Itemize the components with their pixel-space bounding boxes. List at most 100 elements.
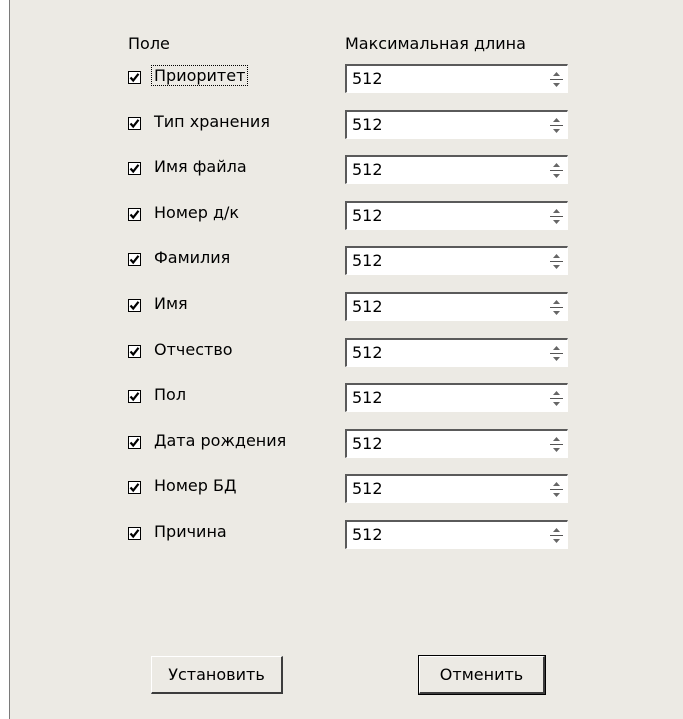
max-length-spinbox: [345, 338, 568, 367]
field-checkbox[interactable]: [128, 299, 141, 312]
max-length-spinbox: [345, 383, 568, 412]
field-label[interactable]: Причина: [152, 522, 229, 541]
spin-buttons: [550, 116, 563, 135]
arrow-down-icon[interactable]: [550, 80, 563, 89]
max-length-spinbox: [345, 292, 568, 321]
field-row: Номер БД: [10, 474, 683, 504]
arrow-down-icon[interactable]: [550, 262, 563, 271]
spin-buttons: [550, 480, 563, 499]
arrow-up-icon[interactable]: [550, 344, 563, 353]
arrow-down-icon[interactable]: [550, 171, 563, 180]
field-checkbox[interactable]: [128, 390, 141, 403]
max-length-spinbox: [345, 201, 568, 230]
spin-buttons: [550, 298, 563, 317]
max-length-spinbox: [345, 110, 568, 139]
max-length-input[interactable]: [352, 434, 532, 453]
arrow-down-icon[interactable]: [550, 354, 563, 363]
field-label[interactable]: Отчество: [152, 340, 235, 359]
checkmark-icon: [129, 210, 140, 220]
max-length-input[interactable]: [352, 479, 532, 498]
max-length-input[interactable]: [352, 251, 532, 270]
arrow-up-icon[interactable]: [550, 161, 563, 170]
checkmark-icon: [129, 438, 140, 448]
field-checkbox[interactable]: [128, 208, 141, 221]
checkmark-icon: [129, 529, 140, 539]
field-label[interactable]: Имя файла: [152, 157, 249, 176]
field-label[interactable]: Дата рождения: [152, 431, 288, 450]
field-row: Тип хранения: [10, 110, 683, 140]
max-length-spinbox: [345, 64, 568, 93]
max-length-input[interactable]: [352, 160, 532, 179]
arrow-up-icon[interactable]: [550, 480, 563, 489]
arrow-down-icon[interactable]: [550, 399, 563, 408]
max-length-input[interactable]: [352, 297, 532, 316]
arrow-up-icon[interactable]: [550, 70, 563, 79]
max-length-spinbox: [345, 520, 568, 549]
max-length-input[interactable]: [352, 343, 532, 362]
spin-buttons: [550, 161, 563, 180]
field-label[interactable]: Имя: [152, 294, 190, 313]
spin-buttons: [550, 526, 563, 545]
max-length-input[interactable]: [352, 388, 532, 407]
field-row: Номер д/к: [10, 201, 683, 231]
field-label[interactable]: Номер д/к: [152, 203, 241, 222]
field-checkbox[interactable]: [128, 162, 141, 175]
max-length-input[interactable]: [352, 525, 532, 544]
arrow-up-icon[interactable]: [550, 252, 563, 261]
arrow-down-icon[interactable]: [550, 126, 563, 135]
field-checkbox[interactable]: [128, 71, 141, 84]
field-row: Имя: [10, 292, 683, 322]
field-checkbox[interactable]: [128, 345, 141, 358]
max-length-spinbox: [345, 429, 568, 458]
max-length-input[interactable]: [352, 115, 532, 134]
field-row: Фамилия: [10, 246, 683, 276]
checkmark-icon: [129, 301, 140, 311]
checkmark-icon: [129, 73, 140, 83]
checkmark-icon: [129, 119, 140, 129]
arrow-up-icon[interactable]: [550, 116, 563, 125]
field-length-dialog: Поле Максимальная длина Приоритет Тип хра…: [9, 0, 683, 719]
field-checkbox[interactable]: [128, 117, 141, 130]
field-label[interactable]: Номер БД: [152, 476, 238, 495]
field-row: Отчество: [10, 338, 683, 368]
field-checkbox[interactable]: [128, 436, 141, 449]
arrow-up-icon[interactable]: [550, 207, 563, 216]
arrow-down-icon[interactable]: [550, 536, 563, 545]
field-label[interactable]: Приоритет: [150, 65, 249, 86]
field-row: Имя файла: [10, 155, 683, 185]
arrow-down-icon[interactable]: [550, 308, 563, 317]
field-row: Пол: [10, 383, 683, 413]
spin-buttons: [550, 435, 563, 454]
column-header-max-length: Максимальная длина: [345, 34, 526, 53]
field-label[interactable]: Тип хранения: [152, 112, 272, 131]
spin-buttons: [550, 70, 563, 89]
max-length-spinbox: [345, 246, 568, 275]
cancel-button[interactable]: Отменить: [418, 655, 546, 695]
max-length-input[interactable]: [352, 69, 532, 88]
column-header-field: Поле: [128, 34, 170, 53]
max-length-spinbox: [345, 155, 568, 184]
spin-buttons: [550, 389, 563, 408]
checkmark-icon: [129, 164, 140, 174]
arrow-up-icon[interactable]: [550, 389, 563, 398]
spin-buttons: [550, 252, 563, 271]
spin-buttons: [550, 344, 563, 363]
apply-button[interactable]: Установить: [151, 656, 283, 694]
checkmark-icon: [129, 347, 140, 357]
max-length-input[interactable]: [352, 206, 532, 225]
field-checkbox[interactable]: [128, 253, 141, 266]
field-checkbox[interactable]: [128, 481, 141, 494]
checkmark-icon: [129, 392, 140, 402]
arrow-down-icon[interactable]: [550, 445, 563, 454]
field-label[interactable]: Фамилия: [152, 248, 232, 267]
field-checkbox[interactable]: [128, 527, 141, 540]
field-row: Причина: [10, 520, 683, 550]
spin-buttons: [550, 207, 563, 226]
field-label[interactable]: Пол: [152, 385, 188, 404]
arrow-down-icon[interactable]: [550, 217, 563, 226]
arrow-up-icon[interactable]: [550, 435, 563, 444]
arrow-down-icon[interactable]: [550, 490, 563, 499]
arrow-up-icon[interactable]: [550, 526, 563, 535]
field-row: Приоритет: [10, 64, 683, 94]
arrow-up-icon[interactable]: [550, 298, 563, 307]
